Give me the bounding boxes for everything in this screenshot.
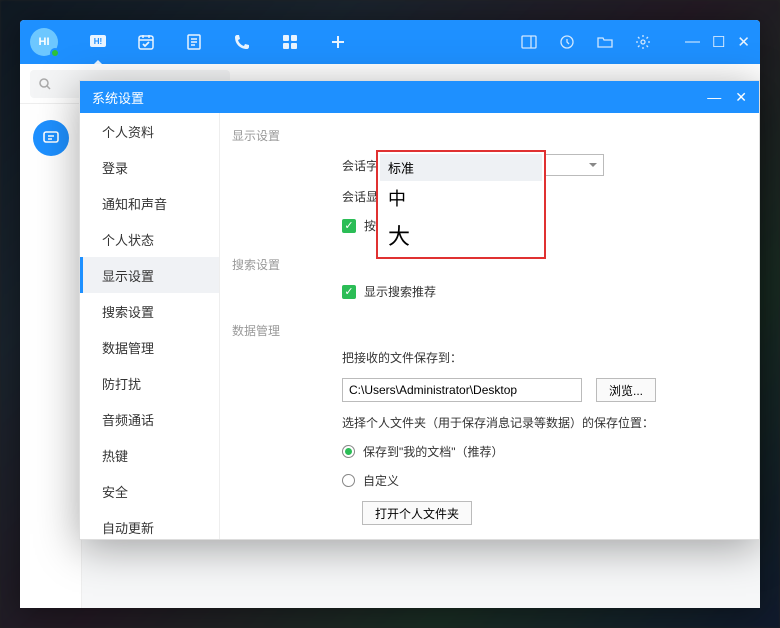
- maximize-button[interactable]: ☐: [712, 33, 725, 51]
- modal-titlebar: 系统设置 — ✕: [80, 81, 759, 113]
- font-size-dropdown: 标准 中 大: [376, 150, 546, 259]
- personal-folder-hint: 选择个人文件夹（用于保存消息记录等数据）的保存位置：: [342, 414, 654, 431]
- nav-item-search[interactable]: 搜索设置: [80, 293, 219, 329]
- message-icon[interactable]: [33, 120, 69, 156]
- drag-checkbox[interactable]: ✓: [342, 219, 356, 233]
- radio-custom-label: 自定义: [363, 472, 399, 489]
- top-bar: HI H! — ☐ ✕: [20, 20, 760, 64]
- avatar[interactable]: HI: [30, 28, 58, 56]
- modal-close-button[interactable]: ✕: [735, 89, 747, 106]
- radio-custom[interactable]: [342, 474, 355, 487]
- nav-item-profile[interactable]: 个人资料: [80, 113, 219, 149]
- svg-text:H!: H!: [94, 37, 102, 46]
- search-recommend-label: 显示搜索推荐: [364, 283, 436, 300]
- modal-minimize-button[interactable]: —: [707, 89, 721, 105]
- nav-item-data[interactable]: 数据管理: [80, 329, 219, 365]
- close-button[interactable]: ✕: [737, 33, 750, 51]
- panel-icon[interactable]: [519, 32, 539, 52]
- left-column: [20, 104, 82, 608]
- folder-icon[interactable]: [595, 32, 615, 52]
- apps-icon[interactable]: [280, 32, 300, 52]
- nav-item-update[interactable]: 自动更新: [80, 509, 219, 539]
- nav-item-status[interactable]: 个人状态: [80, 221, 219, 257]
- dropdown-option-medium[interactable]: 中: [380, 181, 542, 215]
- nav-item-hotkey[interactable]: 热键: [80, 437, 219, 473]
- dropdown-option-standard[interactable]: 标准: [380, 154, 542, 181]
- section-display-label: 显示设置: [232, 127, 759, 144]
- dropdown-option-large[interactable]: 大: [380, 215, 542, 255]
- search-recommend-checkbox[interactable]: ✓: [342, 285, 356, 299]
- nav-item-display[interactable]: 显示设置: [80, 257, 219, 293]
- notes-icon[interactable]: [184, 32, 204, 52]
- nav-item-security[interactable]: 安全: [80, 473, 219, 509]
- settings-nav: 个人资料 登录 通知和声音 个人状态 显示设置 搜索设置 数据管理 防打扰 音频…: [80, 113, 220, 539]
- open-folder-button[interactable]: 打开个人文件夹: [362, 501, 472, 525]
- status-badge: [50, 48, 60, 58]
- radio-mydocs-label: 保存到"我的文档"（推荐）: [363, 443, 504, 460]
- save-path-label: 把接收的文件保存到：: [342, 349, 462, 366]
- nav-item-notification[interactable]: 通知和声音: [80, 185, 219, 221]
- nav-item-audio[interactable]: 音频通话: [80, 401, 219, 437]
- radio-mydocs[interactable]: [342, 445, 355, 458]
- topbar-right: — ☐ ✕: [519, 32, 750, 52]
- chevron-down-icon: [589, 163, 597, 171]
- browse-button[interactable]: 浏览...: [596, 378, 656, 402]
- calendar-icon[interactable]: [136, 32, 156, 52]
- search-icon: [38, 77, 52, 91]
- chat-icon[interactable]: H!: [88, 32, 108, 52]
- gear-icon[interactable]: [633, 32, 653, 52]
- add-icon[interactable]: [328, 32, 348, 52]
- settings-modal: 系统设置 — ✕ 个人资料 登录 通知和声音 个人状态 显示设置 搜索设置 数据…: [79, 80, 760, 540]
- section-data-label: 数据管理: [232, 322, 759, 339]
- modal-title: 系统设置: [92, 88, 144, 107]
- nav-icons: H!: [88, 32, 348, 52]
- phone-icon[interactable]: [232, 32, 252, 52]
- save-path-input[interactable]: [342, 378, 582, 402]
- history-icon[interactable]: [557, 32, 577, 52]
- minimize-button[interactable]: —: [685, 33, 700, 51]
- nav-item-dnd[interactable]: 防打扰: [80, 365, 219, 401]
- nav-item-login[interactable]: 登录: [80, 149, 219, 185]
